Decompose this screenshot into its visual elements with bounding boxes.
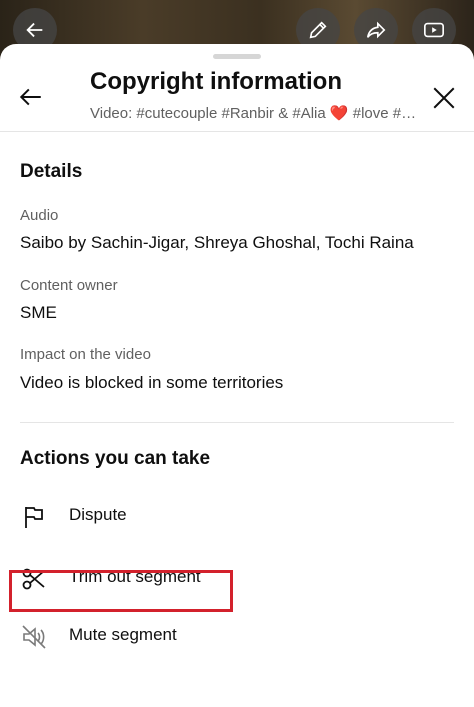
- audio-value: Saibo by Sachin-Jigar, Shreya Ghoshal, T…: [20, 233, 414, 252]
- impact-label: Impact on the video: [20, 346, 151, 363]
- actions-heading: Actions you can take: [20, 448, 211, 469]
- dispute-action[interactable]: Dispute: [0, 490, 474, 542]
- flag-icon: [25, 507, 43, 528]
- audio-label: Audio: [20, 207, 59, 224]
- content-owner-value: SME: [20, 303, 57, 322]
- header-divider: [0, 131, 474, 132]
- back-button[interactable]: [12, 78, 50, 116]
- mute-segment-action[interactable]: Mute segment: [0, 610, 474, 662]
- close-button[interactable]: [424, 78, 464, 118]
- close-icon: [433, 87, 455, 109]
- drag-handle[interactable]: [213, 54, 261, 59]
- content-owner-label: Content owner: [20, 277, 118, 294]
- mute-segment-label: Mute segment: [69, 625, 177, 644]
- page-title: Copyright information: [90, 68, 342, 95]
- video-subtitle: Video: #cutecouple #Ranbir & #Alia ❤️ #l…: [90, 105, 420, 122]
- dispute-label: Dispute: [69, 505, 127, 524]
- impact-value: Video is blocked in some territories: [20, 373, 284, 392]
- section-divider: [20, 422, 454, 423]
- mute-segment-highlight: [9, 570, 233, 612]
- details-heading: Details: [20, 161, 83, 182]
- back-arrow-icon: [19, 88, 41, 106]
- mute-icon: [22, 625, 46, 649]
